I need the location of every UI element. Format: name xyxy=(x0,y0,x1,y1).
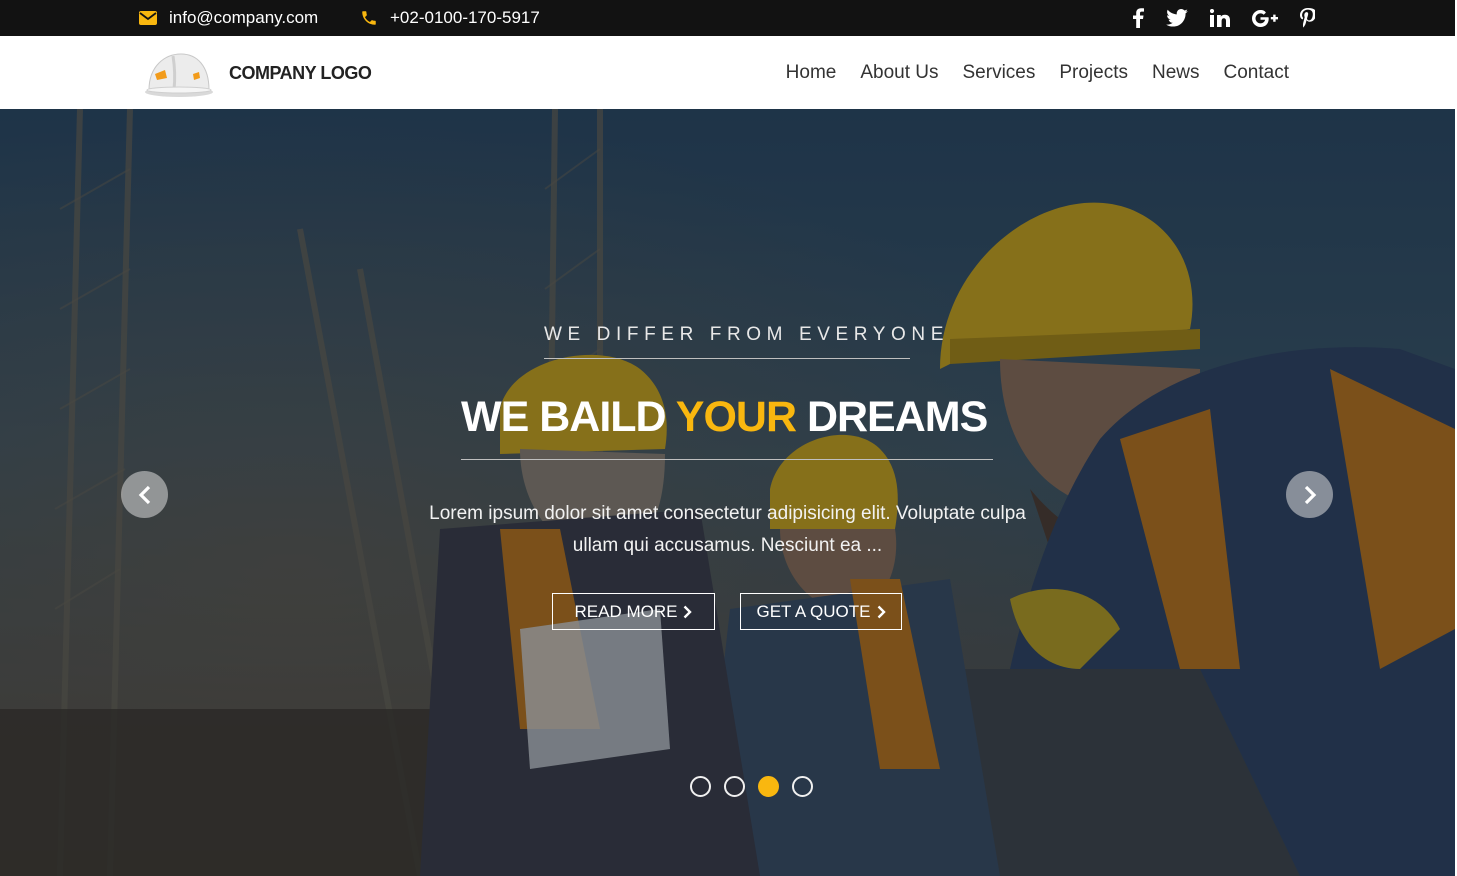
envelope-icon xyxy=(139,11,157,25)
twitter-icon[interactable] xyxy=(1166,9,1188,27)
read-more-label: READ MORE xyxy=(574,601,678,621)
phone-text: +02-0100-170-5917 xyxy=(390,8,540,27)
site-header: COMPANY LOGO Home About Us Services Proj… xyxy=(0,36,1455,109)
slider-indicators xyxy=(690,776,813,797)
slide-indicator-4[interactable] xyxy=(792,776,813,797)
chevron-right-icon xyxy=(1304,485,1316,504)
nav-projects[interactable]: Projects xyxy=(1059,62,1128,84)
logo-text: COMPANY LOGO xyxy=(229,62,372,83)
get-a-quote-label: GET A QUOTE xyxy=(756,601,871,621)
social-links xyxy=(1132,0,1315,36)
chevron-right-icon xyxy=(684,605,693,618)
nav-contact[interactable]: Contact xyxy=(1224,62,1289,84)
hero-headline: WE BAILD YOUR DREAMS xyxy=(461,393,988,442)
slide-indicator-3[interactable] xyxy=(758,776,779,797)
hero-description: Lorem ipsum dolor sit amet consectetur a… xyxy=(429,503,1026,556)
nav-news[interactable]: News xyxy=(1152,62,1200,84)
google-plus-icon[interactable] xyxy=(1252,9,1278,27)
slide-indicator-1[interactable] xyxy=(690,776,711,797)
company-logo[interactable]: COMPANY LOGO xyxy=(143,48,372,98)
hero-content: WE DIFFER FROM EVERYONE WE BAILD YOUR DR… xyxy=(0,109,1455,876)
chevron-left-icon xyxy=(138,485,150,504)
nav-about-us[interactable]: About Us xyxy=(860,62,938,84)
headline-divider xyxy=(461,459,993,460)
top-bar: info@company.com +02-0100-170-5917 xyxy=(0,0,1455,36)
headline-part2: DREAMS xyxy=(796,393,988,441)
headline-accent: YOUR xyxy=(675,393,797,441)
get-a-quote-button[interactable]: GET A QUOTE xyxy=(740,593,902,630)
hard-hat-icon xyxy=(145,53,213,97)
pinterest-icon[interactable] xyxy=(1300,8,1315,28)
phone-icon xyxy=(362,11,376,25)
hero-tagline: WE DIFFER FROM EVERYONE xyxy=(544,324,950,345)
slide-indicator-2[interactable] xyxy=(724,776,745,797)
nav-home[interactable]: Home xyxy=(786,62,837,84)
slider-next-button[interactable] xyxy=(1286,471,1333,518)
headline-part1: WE BAILD xyxy=(461,393,676,441)
chevron-right-icon xyxy=(877,605,886,618)
main-nav: Home About Us Services Projects News Con… xyxy=(786,36,1289,109)
read-more-button[interactable]: READ MORE xyxy=(552,593,715,630)
tagline-divider xyxy=(544,358,910,359)
hero-slider: WE DIFFER FROM EVERYONE WE BAILD YOUR DR… xyxy=(0,109,1455,876)
slider-prev-button[interactable] xyxy=(121,471,168,518)
phone-contact[interactable]: +02-0100-170-5917 xyxy=(360,0,540,36)
email-contact[interactable]: info@company.com xyxy=(139,0,318,36)
linkedin-icon[interactable] xyxy=(1210,9,1230,27)
email-text: info@company.com xyxy=(169,8,319,27)
nav-services[interactable]: Services xyxy=(963,62,1036,84)
facebook-icon[interactable] xyxy=(1132,8,1144,28)
